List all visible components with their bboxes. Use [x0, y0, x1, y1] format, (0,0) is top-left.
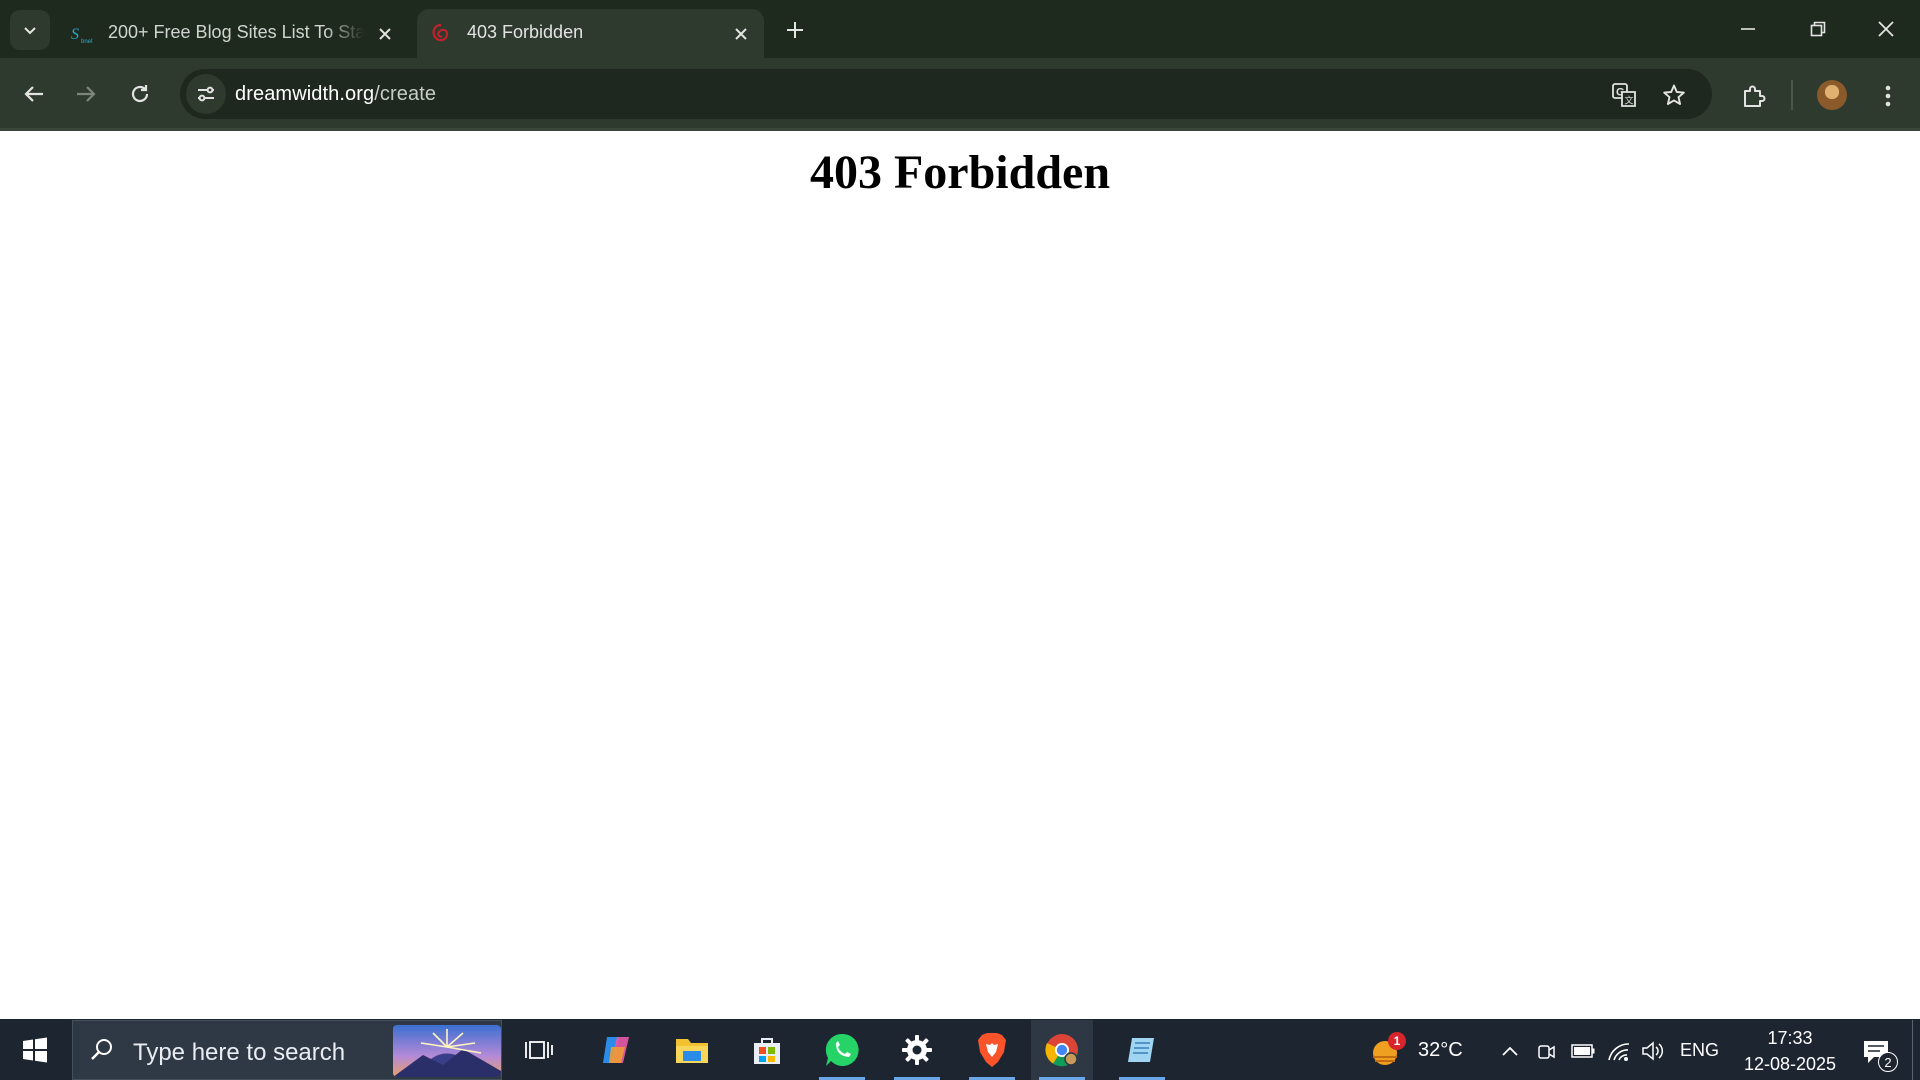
windows-icon [23, 1037, 47, 1063]
show-desktop-button[interactable] [1912, 1020, 1920, 1080]
svg-text:文: 文 [1625, 95, 1634, 107]
address-bar[interactable]: dreamwidth.org/create G文 [180, 69, 1712, 119]
back-button[interactable] [12, 72, 56, 116]
taskbar-app-file-explorer[interactable] [661, 1020, 723, 1080]
taskbar-app-chrome[interactable] [1031, 1020, 1093, 1080]
minimize-button[interactable] [1720, 8, 1776, 50]
camera-icon [1538, 1045, 1555, 1059]
star-icon [1663, 84, 1685, 105]
network-button[interactable] [1604, 1036, 1634, 1066]
extensions-button[interactable] [1734, 76, 1774, 116]
tab-close-button[interactable] [728, 21, 754, 47]
page-content: 403 Forbidden [0, 131, 1920, 1019]
show-hidden-icons-button[interactable] [1496, 1036, 1524, 1066]
restore-icon [1810, 21, 1826, 37]
meet-now-button[interactable] [1532, 1036, 1560, 1066]
notifications-count: 2 [1878, 1052, 1898, 1072]
toolbar-separator [1791, 80, 1793, 110]
clock[interactable]: 17:33 12-08-2025 [1730, 1025, 1850, 1077]
arrow-left-icon [24, 86, 43, 102]
taskbar-app-notepad[interactable] [1111, 1020, 1173, 1080]
chevron-down-icon [22, 22, 38, 38]
url-text: dreamwidth.org/create [235, 83, 436, 106]
translate-button[interactable]: G文 [1606, 77, 1642, 113]
tab-title: 403 Forbidden [467, 22, 584, 42]
puzzle-icon [1744, 85, 1766, 107]
close-icon [735, 28, 747, 40]
notifications-button[interactable]: 2 [1854, 1030, 1898, 1074]
svg-text:bnet: bnet [81, 39, 93, 45]
clock-date: 12-08-2025 [1743, 1054, 1837, 1074]
kebab-icon [1885, 85, 1891, 107]
forward-button[interactable] [64, 72, 108, 116]
gear-icon [902, 1035, 932, 1065]
folder-icon [676, 1039, 708, 1063]
taskbar-app-whatsapp[interactable] [811, 1020, 873, 1080]
battery-button[interactable] [1568, 1036, 1598, 1066]
notepad-icon [1128, 1038, 1154, 1062]
url-host: dreamwidth.org [235, 83, 375, 105]
weather-badge-count: 1 [1393, 1034, 1401, 1048]
svg-text:S: S [71, 26, 79, 43]
profile-avatar[interactable] [1817, 80, 1847, 110]
page-title: 403 Forbidden [809, 146, 1111, 199]
bookmark-button[interactable] [1656, 77, 1692, 113]
reload-button[interactable] [118, 72, 162, 116]
tab-blog-sites[interactable]: Sbnet 200+ Free Blog Sites List To Start [58, 9, 408, 58]
taskbar-app-copilot[interactable] [585, 1020, 647, 1080]
clock-time: 17:33 [1767, 1028, 1813, 1048]
tab-search-button[interactable] [10, 10, 50, 50]
tab-403-forbidden[interactable]: 403 Forbidden [417, 9, 764, 58]
url-path: /create [374, 83, 437, 105]
tab-strip: Sbnet 200+ Free Blog Sites List To Start… [0, 0, 1920, 58]
search-icon [89, 1037, 115, 1063]
task-view-icon [525, 1041, 553, 1059]
translate-icon: G文 [1612, 83, 1636, 107]
input-language[interactable]: ENG [1680, 1040, 1719, 1061]
store-icon [754, 1038, 780, 1064]
tune-icon [198, 86, 214, 102]
tab-close-button[interactable] [372, 21, 398, 47]
taskbar-app-microsoft-store[interactable] [736, 1020, 798, 1080]
weather-temperature[interactable]: 32°C [1418, 1039, 1463, 1062]
taskbar-app-brave[interactable] [961, 1020, 1023, 1080]
wifi-icon [1608, 1043, 1630, 1061]
whatsapp-icon [825, 1033, 859, 1066]
browser-menu-button[interactable] [1870, 76, 1906, 116]
search-placeholder: Type here to search [133, 1039, 346, 1066]
taskbar-search-box[interactable]: Type here to search [72, 1020, 502, 1080]
plus-icon [787, 22, 803, 38]
search-highlight-image [393, 1025, 501, 1077]
close-window-button[interactable] [1858, 8, 1914, 50]
reload-icon [131, 85, 149, 103]
volume-button[interactable] [1638, 1036, 1668, 1066]
copilot-icon [603, 1037, 629, 1063]
minimize-icon [1741, 28, 1755, 30]
new-tab-button[interactable] [774, 14, 816, 46]
weather-badge: 1 [1388, 1032, 1406, 1050]
start-button[interactable] [0, 1020, 70, 1080]
dreamwidth-favicon [429, 22, 453, 46]
arrow-right-icon [77, 86, 96, 102]
speaker-icon [1642, 1041, 1664, 1061]
tab-title: 200+ Free Blog Sites List To Start [108, 22, 364, 42]
close-icon [1878, 21, 1894, 37]
blog-site-favicon: Sbnet [70, 22, 94, 46]
task-view-button[interactable] [508, 1020, 570, 1080]
chevron-up-icon [1502, 1046, 1518, 1056]
taskbar-app-settings[interactable] [886, 1020, 948, 1080]
close-icon [379, 28, 391, 40]
brave-icon [978, 1033, 1006, 1067]
restore-button[interactable] [1790, 8, 1846, 50]
site-info-button[interactable] [186, 74, 226, 114]
chrome-icon [1045, 1034, 1078, 1067]
battery-icon [1571, 1044, 1595, 1058]
